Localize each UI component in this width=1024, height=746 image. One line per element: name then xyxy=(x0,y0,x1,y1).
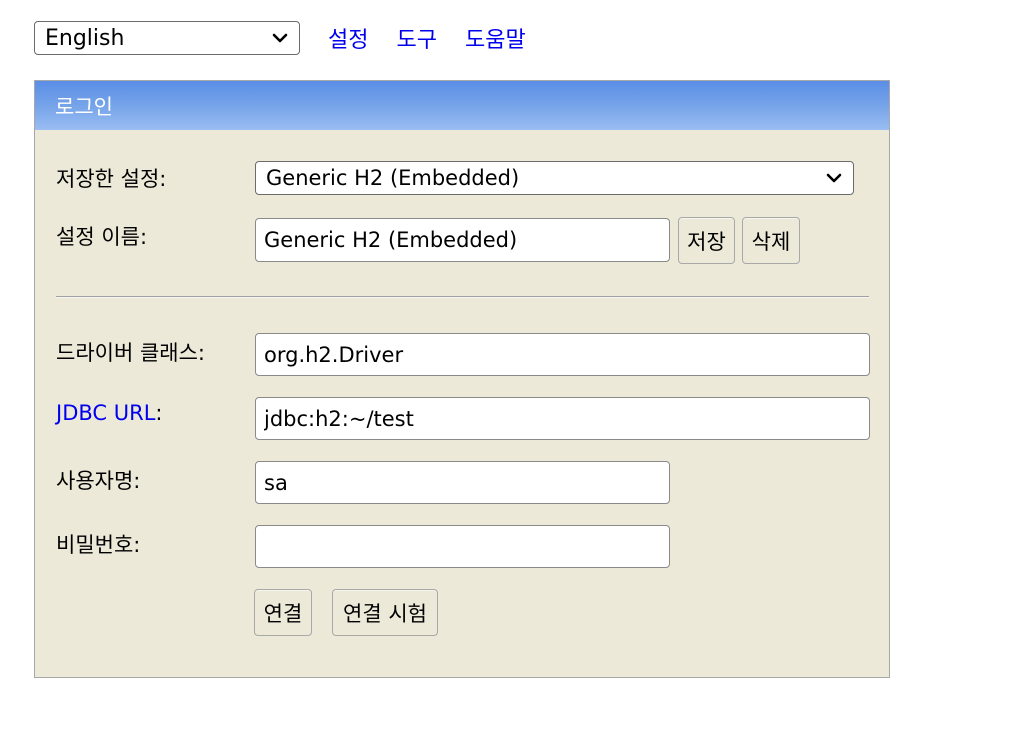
saved-settings-label: 저장한 설정: xyxy=(56,167,167,191)
login-header: 로그인 xyxy=(35,81,889,130)
connect-button[interactable]: 연결 xyxy=(254,589,312,636)
driver-class-label: 드라이버 클래스: xyxy=(56,341,205,365)
username-label: 사용자명: xyxy=(56,469,141,493)
top-bar: English 설정 도구 도움말 xyxy=(34,20,526,56)
driver-class-input[interactable] xyxy=(255,333,870,376)
jdbc-url-input[interactable] xyxy=(255,397,870,440)
language-select[interactable]: English xyxy=(34,21,300,55)
save-button[interactable]: 저장 xyxy=(678,217,735,264)
jdbc-url-label-row: JDBC URL: xyxy=(56,401,162,425)
help-link[interactable]: 도움말 xyxy=(465,22,526,54)
settings-link[interactable]: 설정 xyxy=(328,22,368,54)
username-input[interactable] xyxy=(255,461,670,504)
chevron-down-icon xyxy=(826,173,842,183)
chevron-down-icon xyxy=(272,33,288,43)
jdbc-url-colon: : xyxy=(155,401,163,425)
saved-settings-value: Generic H2 (Embedded) xyxy=(266,166,520,190)
delete-button[interactable]: 삭제 xyxy=(742,217,800,264)
password-label: 비밀번호: xyxy=(56,533,141,557)
jdbc-url-link[interactable]: JDBC URL xyxy=(56,401,155,425)
test-connection-button[interactable]: 연결 시험 xyxy=(332,589,438,636)
saved-settings-select[interactable]: Generic H2 (Embedded) xyxy=(255,161,854,195)
language-select-value: English xyxy=(45,25,125,51)
divider xyxy=(56,296,869,298)
setting-name-input[interactable] xyxy=(255,218,670,262)
setting-name-label: 설정 이름: xyxy=(56,225,148,249)
tools-link[interactable]: 도구 xyxy=(396,22,436,54)
login-panel: 로그인 저장한 설정: Generic H2 (Embedded) 설정 이름:… xyxy=(34,80,890,678)
password-input[interactable] xyxy=(255,525,670,568)
